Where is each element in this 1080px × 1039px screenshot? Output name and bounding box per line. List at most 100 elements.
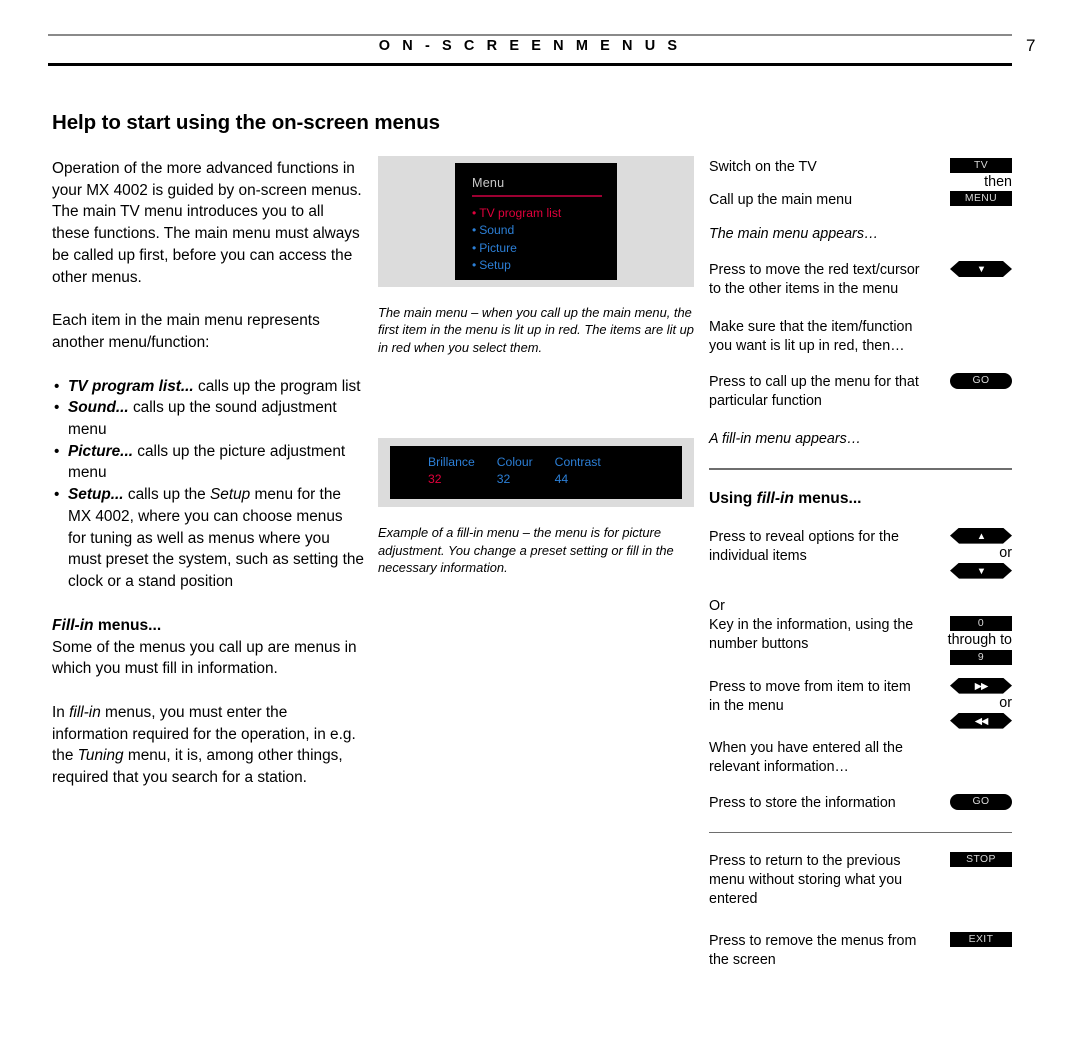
fillin-header-brillance: Brillance — [428, 455, 475, 470]
middle-column: Menu • TV program list • Sound • Picture • S… — [378, 156, 694, 576]
step-move-between-items: Press to move from item to item in the m… — [709, 678, 1012, 716]
bullet-icon: • — [472, 240, 477, 255]
tv-fillin-table: Brillance Colour Contrast 32 32 44 — [428, 454, 623, 487]
button-group: ▲ or ▼ — [932, 528, 1012, 579]
go-button[interactable]: GO — [950, 793, 1012, 810]
tv-menu-item-sound[interactable]: • Sound — [472, 222, 617, 240]
rewind-icon: ◀◀ — [974, 715, 988, 727]
fillin-paragraph-1: Some of the menus you call up are menus … — [52, 638, 357, 678]
step-text: Press to remove the menus from the scree… — [709, 933, 917, 969]
main-menu-caption: The main menu – when you call up the mai… — [378, 305, 694, 355]
fillin-value-colour[interactable]: 32 — [497, 471, 555, 488]
tv-menu-item-label: Sound — [479, 223, 515, 237]
list-item-term: TV program list... — [68, 377, 194, 395]
arrow-up-icon: ▲ — [976, 530, 986, 542]
tv-fillin-menu-screen: Brillance Colour Contrast 32 32 44 — [390, 446, 682, 500]
step-call-submenu: Press to call up the menu for that parti… — [709, 373, 1012, 411]
step-store-information: Press to store the information GO — [709, 793, 1012, 813]
para-part-a: In — [52, 704, 70, 722]
rewind-button[interactable]: ◀◀ — [950, 713, 1012, 729]
tv-menu-item-setup[interactable]: • Setup — [472, 257, 617, 275]
bullet-icon: • — [54, 486, 60, 504]
list-item: • Setup... calls up the Setup menu for th… — [52, 484, 364, 593]
fillin-paragraph-2: In fill-in menus, you must enter the inf… — [52, 702, 364, 789]
step-call-main-menu: Call up the main menu MENU — [709, 191, 1012, 210]
tv-menu-item-tv-program-list[interactable]: • TV program list — [472, 205, 617, 223]
list-item-emphasis: Setup — [210, 486, 251, 504]
button-group: STOP — [932, 852, 1012, 868]
fillin-subheading-emphasis: Fill-in — [52, 616, 94, 634]
para-emphasis-2: Tuning — [77, 747, 124, 765]
tv-menu-item-picture[interactable]: • Picture — [472, 240, 617, 258]
step-remove-menus: Press to remove the menus from the scree… — [709, 932, 1012, 970]
fillin-header-contrast: Contrast — [554, 455, 601, 470]
list-item-term: Picture... — [68, 442, 134, 460]
button-group: ▼ — [932, 261, 1012, 277]
button-group: TV then — [932, 158, 1012, 192]
list-item-term: Sound... — [68, 399, 129, 417]
list-item: • TV program list... calls up the program… — [52, 376, 364, 398]
fillin-value-contrast[interactable]: 44 — [555, 471, 623, 488]
arrow-down-button[interactable]: ▼ — [950, 261, 1012, 277]
tv-main-menu-screen: Menu • TV program list • Sound • Picture • S… — [455, 163, 617, 280]
step-text: Or Key in the information, using the num… — [709, 597, 914, 652]
heading-part-a: Using — [709, 489, 757, 507]
table-row-values: 32 32 44 — [428, 471, 623, 488]
step-text: A fill-in menu appears… — [709, 431, 862, 447]
tv-menu-item-label: Picture — [479, 240, 517, 255]
list-item: • Picture... calls up the picture adjustm… — [52, 441, 364, 484]
step-return-previous-menu: Press to return to the previous menu wit… — [709, 852, 1012, 909]
arrow-down-button[interactable]: ▼ — [950, 563, 1012, 579]
bullet-icon: • — [54, 442, 60, 460]
button-group: EXIT — [932, 932, 1012, 948]
arrow-down-icon: ▼ — [976, 565, 986, 577]
list-item-term: Setup... — [68, 486, 124, 504]
exit-button[interactable]: EXIT — [950, 932, 1012, 948]
tv-button[interactable]: TV — [950, 158, 1012, 173]
step-text: Press to call up the menu for that parti… — [709, 374, 919, 409]
bullet-icon: • — [54, 399, 60, 417]
list-item: • Sound... calls up the sound adjustment … — [52, 397, 364, 440]
step-text: Press to move from item to item in the m… — [709, 678, 911, 714]
fillin-subheading-rest: menus... — [93, 616, 162, 634]
list-item-desc: calls up the program list — [193, 377, 361, 395]
arrow-down-icon: ▼ — [976, 264, 986, 275]
button-group: MENU — [932, 191, 1012, 206]
number-button-0[interactable]: 0 — [950, 615, 1012, 631]
header-title: O N - S C R E E N M E N U S — [378, 38, 682, 54]
go-button[interactable]: GO — [950, 373, 1012, 389]
header-rule-bottom — [48, 63, 1012, 66]
step-note-fillin-appears: A fill-in menu appears… — [709, 430, 1012, 449]
bullet-icon: • — [472, 223, 477, 237]
number-button-9[interactable]: 9 — [950, 649, 1012, 665]
menu-items-intro: Each item in the main menu represents an… — [52, 312, 320, 351]
tv-menu-item-label: Setup — [479, 258, 511, 272]
fillin-menu-screenshot-frame: Brillance Colour Contrast 32 32 44 — [378, 438, 694, 508]
tv-menu-list: • TV program list • Sound • Picture • Setup — [472, 205, 617, 275]
step-text: Press to move the red text/cursor to the… — [709, 262, 920, 297]
bullet-icon: • — [472, 205, 477, 220]
fillin-value-brillance[interactable]: 32 — [428, 471, 497, 488]
tv-menu-item-label: TV program list — [479, 205, 562, 220]
fillin-subheading: Fill-in menus... — [52, 615, 364, 637]
step-text: Switch on the TV — [709, 159, 817, 175]
step-text: The main menu appears… — [709, 226, 879, 242]
button-group: 0 through to 9 — [932, 615, 1012, 665]
menu-button[interactable]: MENU — [950, 191, 1012, 206]
step-text: Press to return to the previous menu wit… — [709, 853, 903, 908]
right-column: Switch on the TV TV then Call up the mai… — [709, 158, 1012, 970]
button-note-then: then — [984, 174, 1012, 190]
step-note-entered-all: When you have entered all the relevant i… — [709, 739, 1012, 777]
table-row-headers: Brillance Colour Contrast — [428, 454, 623, 471]
menu-item-list: • TV program list... calls up the program… — [52, 376, 364, 593]
arrow-up-button[interactable]: ▲ — [950, 528, 1012, 544]
button-note-or: or — [999, 694, 1012, 711]
stop-button[interactable]: STOP — [950, 852, 1012, 868]
fast-forward-button[interactable]: ▶▶ — [950, 678, 1012, 694]
tv-menu-title-underline — [472, 195, 602, 197]
heading-emphasis: fill-in — [756, 489, 794, 507]
page-number: 7 — [1026, 36, 1036, 55]
fillin-header-colour: Colour — [496, 455, 533, 470]
step-text: Make sure that the item/function you wan… — [709, 319, 913, 354]
step-text: Call up the main menu — [709, 192, 853, 208]
